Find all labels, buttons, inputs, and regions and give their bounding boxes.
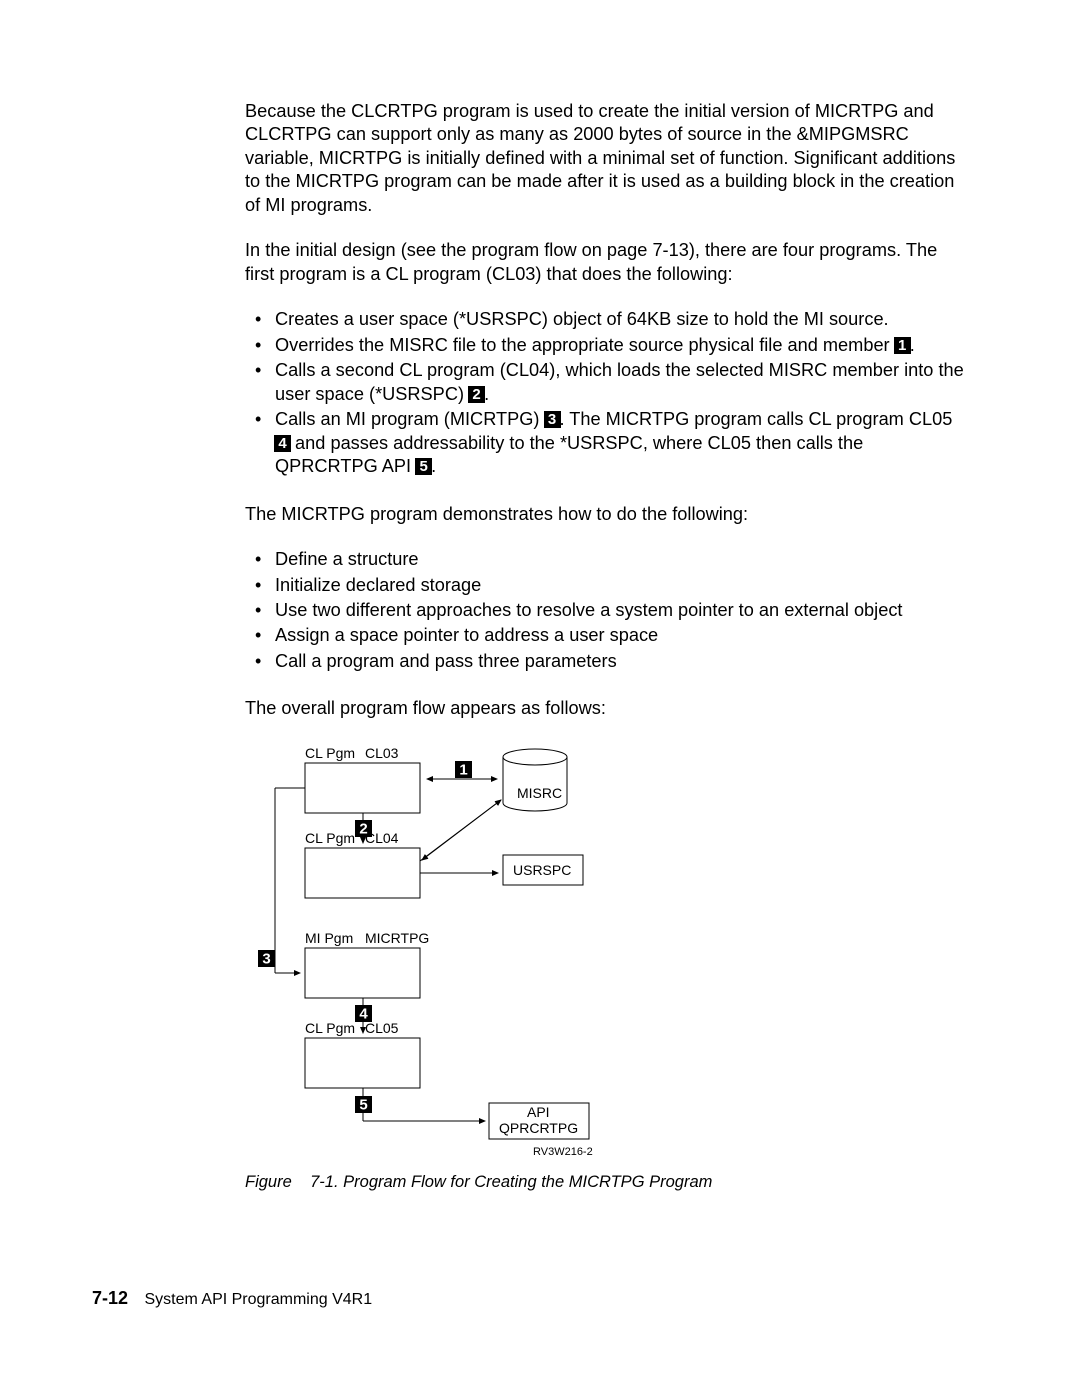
caption-figure-word: Figure bbox=[245, 1173, 292, 1191]
diagram-callout-2-text: 2 bbox=[359, 820, 367, 837]
period: . bbox=[910, 335, 915, 355]
callout-4-icon: 4 bbox=[274, 435, 291, 452]
usrspc-label: USRSPC bbox=[513, 862, 571, 878]
list1-i3-text: Calls a second CL program (CL04), which … bbox=[275, 360, 964, 403]
figure-caption: Figure 7-1. Program Flow for Creating th… bbox=[245, 1173, 970, 1192]
period: . bbox=[431, 456, 436, 476]
page-content: Because the CLCRTPG program is used to c… bbox=[0, 0, 1080, 1254]
list1-item-4: Calls an MI program (MICRTPG) 3. The MIC… bbox=[269, 408, 970, 478]
list2-item-5: Call a program and pass three parameters bbox=[269, 650, 970, 673]
callout-3-icon: 3 bbox=[544, 411, 561, 428]
program-flow-diagram: CL Pgm CL03 MISRC 1 CL Pgm CL04 bbox=[245, 743, 665, 1163]
list2-item-3: Use two different approaches to resolve … bbox=[269, 599, 970, 622]
micrtpg-label-left: MI Pgm bbox=[305, 930, 353, 946]
figure-diagram: CL Pgm CL03 MISRC 1 CL Pgm CL04 bbox=[245, 743, 970, 1192]
cl05-label-right: CL05 bbox=[365, 1020, 399, 1036]
list1-item-2: Overrides the MISRC file to the appropri… bbox=[269, 334, 970, 357]
cl03-label-right: CL03 bbox=[365, 745, 399, 761]
paragraph-3: The MICRTPG program demonstrates how to … bbox=[245, 503, 970, 526]
cl03-box bbox=[305, 763, 420, 813]
cl04-label-left: CL Pgm bbox=[305, 830, 355, 846]
diagram-callout-1-text: 1 bbox=[459, 761, 467, 778]
diagram-callout-4-text: 4 bbox=[359, 1005, 368, 1022]
footer-title: System API Programming V4R1 bbox=[144, 1291, 372, 1308]
paragraph-4: The overall program flow appears as foll… bbox=[245, 697, 970, 720]
diagram-rv-label: RV3W216-2 bbox=[533, 1146, 593, 1158]
api-label-1: API bbox=[527, 1104, 550, 1120]
arrow-misrc-cl04 bbox=[422, 800, 501, 860]
list1-item-3: Calls a second CL program (CL04), which … bbox=[269, 359, 970, 406]
list1-i2-text: Overrides the MISRC file to the appropri… bbox=[275, 335, 890, 355]
list2-item-2: Initialize declared storage bbox=[269, 574, 970, 597]
list1-item-1: Creates a user space (*USRSPC) object of… bbox=[269, 308, 970, 331]
paragraph-1: Because the CLCRTPG program is used to c… bbox=[245, 100, 970, 217]
micrtpg-box bbox=[305, 948, 420, 998]
cl05-box bbox=[305, 1038, 420, 1088]
misrc-label: MISRC bbox=[517, 785, 562, 801]
diagram-callout-5-text: 5 bbox=[359, 1096, 367, 1113]
list2-item-1: Define a structure bbox=[269, 548, 970, 571]
list1-i4c-text: and passes addressability to the *USRSPC… bbox=[275, 433, 863, 476]
list2-item-4: Assign a space pointer to address a user… bbox=[269, 624, 970, 647]
caption-text: Program Flow for Creating the MICRTPG Pr… bbox=[343, 1173, 712, 1191]
page-footer: 7-12 System API Programming V4R1 bbox=[92, 1288, 372, 1309]
list-1: Creates a user space (*USRSPC) object of… bbox=[245, 308, 970, 478]
period: . bbox=[484, 384, 489, 404]
callout-1-icon: 1 bbox=[894, 337, 911, 354]
list-2: Define a structure Initialize declared s… bbox=[245, 548, 970, 673]
cl05-label-left: CL Pgm bbox=[305, 1020, 355, 1036]
callout-5-icon: 5 bbox=[415, 458, 432, 475]
page-number: 7-12 bbox=[92, 1288, 128, 1308]
cl03-label-left: CL Pgm bbox=[305, 745, 355, 761]
misrc-cylinder: MISRC bbox=[503, 749, 567, 811]
micrtpg-label-right: MICRTPG bbox=[365, 930, 429, 946]
caption-number: 7-1. bbox=[310, 1173, 338, 1191]
list1-i4a-text: Calls an MI program (MICRTPG) bbox=[275, 409, 539, 429]
list1-i4b-text: . The MICRTPG program calls CL program C… bbox=[560, 409, 953, 429]
diagram-callout-3-text: 3 bbox=[262, 950, 270, 967]
cl04-box bbox=[305, 848, 420, 898]
api-label-2: QPRCRTPG bbox=[499, 1120, 578, 1136]
callout-2-icon: 2 bbox=[468, 386, 485, 403]
paragraph-2: In the initial design (see the program f… bbox=[245, 239, 970, 286]
